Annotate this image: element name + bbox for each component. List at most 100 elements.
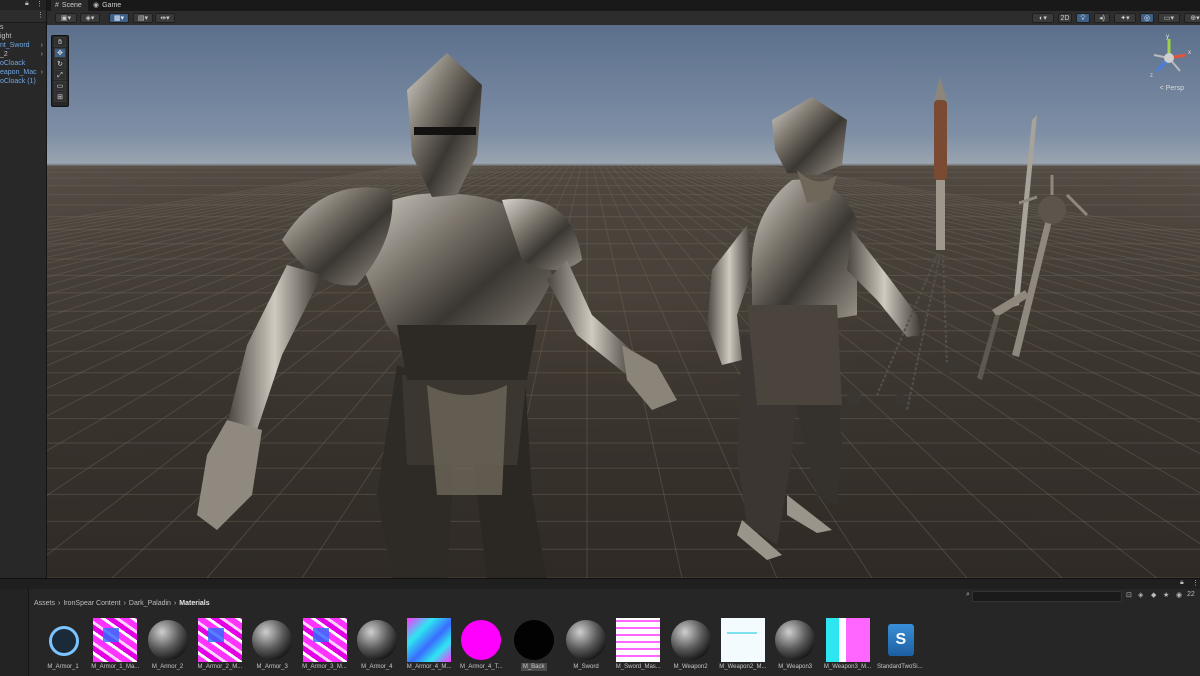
material-asset[interactable]: M_Sword_Mas... [613,618,663,671]
scene-toolbar: ▣▾ ◈▾ ▦▾ ▤▾ ⇹▾ ◐▾ 2D 💡︎ ◂) ✦▾ ◎ ▭▾ ⊕▾ [47,11,1200,26]
visibility-icon[interactable]: ◉ [1176,591,1182,599]
material-asset[interactable]: M_Armor_1_Ma... [90,618,140,671]
shading-dropdown[interactable]: ◈▾ [80,13,100,23]
hash-icon: # [55,2,59,9]
grid-snap-button[interactable]: ▦▾ [109,13,129,23]
move-tool-button[interactable]: ✥ [54,48,66,58]
material-asset[interactable]: M_Weapon3 [770,618,820,671]
material-asset[interactable]: M_Sword [561,618,611,671]
rotate-tool-button[interactable]: ↻ [54,59,66,69]
hierarchy-item-label: _2 [0,51,8,58]
material-asset[interactable]: M_Back [509,618,559,674]
more-icon[interactable]: ⋮ [37,11,44,19]
material-asset[interactable]: M_Armor_1 [38,618,88,671]
asset-thumbnail [146,618,190,662]
material-asset[interactable]: M_Armor_3_M... [300,618,350,671]
material-asset[interactable]: M_Armor_2 [143,618,193,671]
effects-dropdown[interactable]: ✦▾ [1114,13,1136,23]
asset-thumbnail [564,618,608,662]
hierarchy-item[interactable]: ight [0,32,46,41]
mode-2d-toggle[interactable]: 2D [1058,13,1072,23]
material-asset[interactable]: M_Weapon3_M... [823,618,873,671]
gizmos-dropdown[interactable]: ⊕▾ [1184,13,1200,23]
asset-thumbnail [93,618,138,662]
audio-toggle[interactable]: ◂) [1094,13,1110,23]
hierarchy-item[interactable]: s [0,23,46,32]
hierarchy-item-label: oCloack (1) [0,78,36,85]
axis-gizmo-icon: y x z [1150,34,1191,79]
rect-tool-button[interactable]: ▭ [54,81,66,91]
shader-asset[interactable]: S StandardTwoSi... [875,618,925,671]
expand-arrow-icon[interactable]: › [41,68,43,77]
asset-label: M_Back [520,663,547,671]
breadcrumb-separator: › [123,600,126,607]
hierarchy-item[interactable]: oCloack (1) [0,77,46,86]
tool-palette: ✋︎ ✥ ↻ ⤢ ▭ ⊞ [51,35,69,107]
material-asset[interactable]: M_Armor_4_M... [404,618,454,671]
material-asset[interactable]: M_Armor_4_T... [456,618,506,671]
breadcrumb-item[interactable]: Assets [34,600,55,607]
breadcrumb-item[interactable]: IronSpear Content [63,600,120,607]
asset-thumbnail [669,618,713,662]
asset-thumbnail [41,618,85,662]
hierarchy-search-bar[interactable]: ⋮ [0,10,46,23]
project-folder-tree[interactable] [0,589,29,676]
breadcrumb-separator: › [173,600,177,607]
hidden-objects-toggle[interactable]: ◎ [1140,13,1154,23]
gamepad-icon: ◉ [93,2,100,9]
hand-tool-button[interactable]: ✋︎ [54,37,66,47]
hierarchy-item-label: oCloack [0,60,26,67]
scene-render [47,53,1200,578]
asset-label: M_Armor_2_M... [197,664,243,670]
render-mode-dropdown[interactable]: ◐▾ [1032,13,1054,23]
asset-label: M_Weapon2 [673,664,708,670]
kebab-menu-icon-project[interactable]: ⋮ [1192,579,1199,587]
lock-icon-project[interactable]: 🔒︎ [1180,579,1184,587]
camera-dropdown[interactable]: ▭▾ [1158,13,1180,23]
scene-viewport[interactable]: ✋︎ ✥ ↻ ⤢ ▭ ⊞ y x z < Persp [47,25,1200,578]
asset-thumbnail [459,618,503,662]
type-filter-icon[interactable]: ◈ [1138,591,1143,599]
favorite-icon[interactable]: ★ [1163,591,1169,599]
draw-mode-dropdown[interactable]: ▣▾ [55,13,77,23]
asset-label: M_Armor_4_T... [460,664,503,670]
material-asset[interactable]: M_Armor_2_M... [195,618,245,671]
align-button[interactable]: ⇹▾ [155,13,175,23]
label-filter-icon[interactable]: ◆ [1151,591,1156,599]
hierarchy-panel: 🔒︎ ⋮ ⋮ s ight nt_Sword › _2 › oCloack eapon_Mac… [0,0,47,578]
material-asset[interactable]: M_Weapon2 [666,618,716,671]
lock-icon[interactable]: 🔒︎ [25,0,29,8]
asset-label: M_Armor_4 [361,664,393,670]
transform-tool-button[interactable]: ⊞ [54,92,66,102]
kebab-menu-icon[interactable]: ⋮ [36,0,43,8]
breadcrumb-item[interactable]: Dark_Paladin [129,600,171,607]
orientation-gizmo[interactable]: y x z < Persp [1144,33,1194,92]
material-asset[interactable]: M_Armor_4 [352,618,402,671]
filter-icon[interactable]: ⊡ [1126,591,1132,599]
expand-arrow-icon[interactable]: › [41,41,43,50]
scale-tool-button[interactable]: ⤢ [54,70,66,80]
asset-label: M_Armor_3 [256,664,288,670]
lighting-toggle[interactable]: 💡︎ [1076,13,1090,23]
material-asset[interactable]: M_Armor_3 [247,618,297,671]
gizmo-z-label: z [1150,73,1153,79]
hierarchy-item[interactable]: _2 › [0,50,46,59]
tab-scene[interactable]: # Scene [51,0,88,11]
asset-thumbnail [250,618,294,662]
projection-label[interactable]: < Persp [1160,85,1184,92]
tab-game[interactable]: ◉ Game [89,0,127,11]
asset-label: M_Sword [573,664,599,670]
asset-label: M_Armor_1_Ma... [91,664,140,670]
asset-label: M_Sword_Mas... [615,664,661,670]
material-asset[interactable]: M_Weapon2_M... [718,618,768,671]
hierarchy-item[interactable]: eapon_Mac › [0,68,46,77]
breadcrumb-current[interactable]: Materials [179,600,209,607]
hierarchy-item[interactable]: oCloack [0,59,46,68]
snap-increment-button[interactable]: ▤▾ [133,13,153,23]
asset-label: M_Armor_2 [151,664,184,670]
expand-arrow-icon[interactable]: › [41,50,43,59]
project-search-input[interactable] [972,591,1122,602]
hierarchy-item[interactable]: nt_Sword › [0,41,46,50]
hierarchy-list: s ight nt_Sword › _2 › oCloack eapon_Mac › oCloac… [0,23,46,86]
asset-thumbnail [355,618,399,662]
